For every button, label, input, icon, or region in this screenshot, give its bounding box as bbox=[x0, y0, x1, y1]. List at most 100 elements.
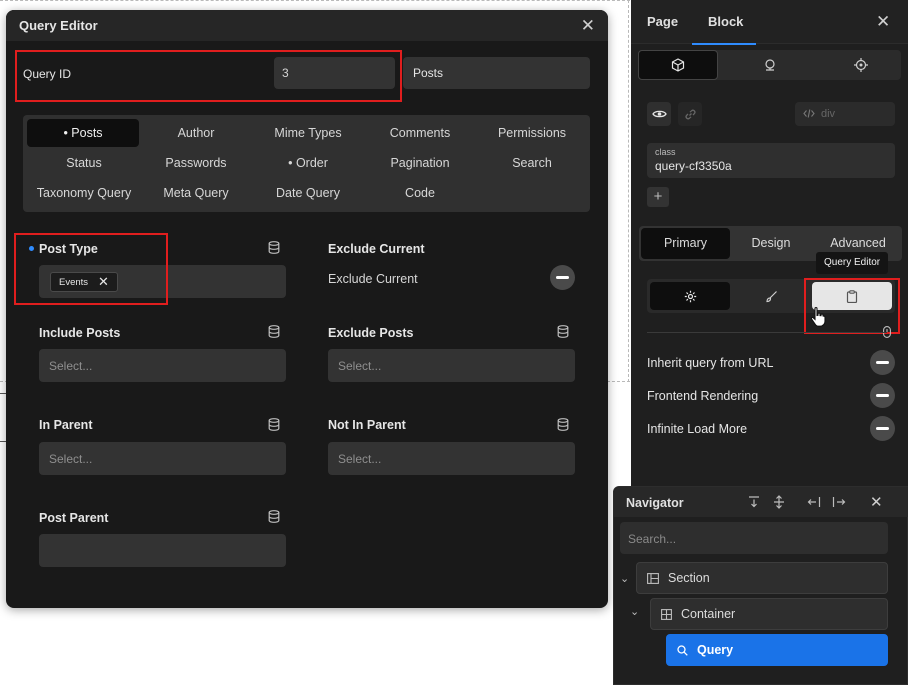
nav-item-label: Query bbox=[697, 643, 734, 657]
tab-posts[interactable]: • Posts bbox=[27, 119, 139, 147]
exclude-posts-label: Exclude Posts bbox=[328, 326, 414, 340]
frontend-rendering-label: Frontend Rendering bbox=[647, 389, 759, 403]
exclude-current-toggle[interactable] bbox=[550, 265, 575, 290]
tab-order[interactable]: • Order bbox=[252, 149, 364, 177]
not-in-parent-label: Not In Parent bbox=[328, 418, 406, 432]
html-tag-field[interactable]: div bbox=[795, 102, 895, 126]
dock-right-icon[interactable] bbox=[832, 495, 846, 509]
html-tag-value: div bbox=[821, 108, 836, 120]
dock-left-icon[interactable] bbox=[807, 495, 821, 509]
close-icon[interactable]: ✕ bbox=[876, 12, 890, 32]
database-icon[interactable] bbox=[268, 510, 280, 523]
tab-design[interactable]: Design bbox=[731, 228, 811, 259]
in-parent-select[interactable]: Select... bbox=[39, 442, 286, 475]
inherit-query-row: Inherit query from URL bbox=[647, 350, 897, 376]
chevron-down-icon[interactable]: ⌄ bbox=[620, 572, 629, 585]
container-icon bbox=[661, 608, 672, 620]
hand-cursor-icon bbox=[810, 307, 826, 327]
post-parent-input[interactable] bbox=[39, 534, 286, 567]
tab-taxonomy-query[interactable]: Taxonomy Query bbox=[28, 179, 140, 207]
tab-page[interactable]: Page bbox=[647, 14, 678, 29]
inherit-query-toggle[interactable] bbox=[870, 350, 895, 375]
add-class-button[interactable]: + bbox=[647, 187, 669, 207]
database-icon[interactable] bbox=[268, 325, 280, 338]
code-icon bbox=[803, 109, 815, 118]
tab-comments[interactable]: Comments bbox=[364, 119, 476, 147]
nav-item-container[interactable]: Container bbox=[650, 598, 888, 630]
eye-icon bbox=[651, 110, 667, 118]
nav-item-label: Container bbox=[681, 607, 736, 621]
globe-icon bbox=[765, 59, 775, 71]
block-mode-cube[interactable] bbox=[638, 50, 718, 80]
canvas-outline-right bbox=[628, 0, 629, 382]
exclude-current-label: Exclude Current bbox=[328, 242, 425, 256]
style-subtab[interactable] bbox=[731, 282, 811, 310]
tab-date-query[interactable]: Date Query bbox=[252, 179, 364, 207]
query-editor-header: Query Editor ✕ bbox=[6, 10, 608, 41]
section-icon bbox=[647, 572, 659, 584]
tab-search[interactable]: Search bbox=[476, 149, 588, 177]
tab-primary[interactable]: Primary bbox=[641, 228, 730, 259]
tab-permissions[interactable]: Permissions bbox=[476, 119, 588, 147]
highlight-box bbox=[15, 50, 402, 102]
database-icon[interactable] bbox=[557, 325, 569, 338]
frontend-rendering-row: Frontend Rendering bbox=[647, 383, 897, 409]
database-icon[interactable] bbox=[557, 418, 569, 431]
query-editor-title: Query Editor bbox=[19, 18, 98, 33]
infinite-load-label: Infinite Load More bbox=[647, 422, 748, 436]
canvas-outline-top bbox=[0, 0, 630, 1]
class-caption: class bbox=[655, 147, 676, 157]
in-parent-label: In Parent bbox=[39, 418, 93, 432]
exclude-posts-select[interactable]: Select... bbox=[328, 349, 575, 382]
tab-status[interactable]: Status bbox=[28, 149, 140, 177]
nav-item-query[interactable]: Query bbox=[666, 634, 888, 666]
tab-passwords[interactable]: Passwords bbox=[140, 149, 252, 177]
close-icon[interactable]: ✕ bbox=[870, 493, 883, 511]
tab-mime-types[interactable]: Mime Types bbox=[252, 119, 364, 147]
tab-meta-query[interactable]: Meta Query bbox=[140, 179, 252, 207]
navigator-search-input[interactable]: Search... bbox=[620, 522, 888, 554]
class-field[interactable]: class query-cf3350a bbox=[647, 143, 895, 178]
tab-pagination[interactable]: Pagination bbox=[364, 149, 476, 177]
link-icon bbox=[684, 109, 696, 119]
include-posts-select[interactable]: Select... bbox=[39, 349, 286, 382]
expand-all-icon[interactable] bbox=[772, 495, 786, 509]
post-parent-label: Post Parent bbox=[39, 511, 109, 525]
navigator-panel: Navigator ✕ Search... ⌄ Section ⌄ Contai… bbox=[613, 486, 908, 685]
active-tab-indicator bbox=[692, 43, 756, 45]
nav-item-label: Section bbox=[668, 571, 710, 585]
block-mode-target[interactable] bbox=[821, 50, 901, 80]
tab-code[interactable]: Code bbox=[364, 179, 476, 207]
class-value: query-cf3350a bbox=[655, 159, 732, 173]
panel-tabs: Page Block ✕ bbox=[631, 0, 908, 45]
search-icon bbox=[677, 644, 688, 656]
tab-block[interactable]: Block bbox=[708, 14, 743, 29]
link-button[interactable] bbox=[678, 102, 702, 126]
brush-icon bbox=[765, 290, 777, 302]
tooltip: Query Editor bbox=[816, 252, 889, 274]
cube-icon bbox=[671, 58, 685, 72]
target-icon bbox=[854, 58, 868, 72]
nav-item-section[interactable]: Section bbox=[636, 562, 888, 594]
infinite-load-row: Infinite Load More bbox=[647, 416, 897, 442]
not-in-parent-select[interactable]: Select... bbox=[328, 442, 575, 475]
visibility-button[interactable] bbox=[647, 102, 671, 126]
frontend-rendering-toggle[interactable] bbox=[870, 383, 895, 408]
tab-author[interactable]: Author bbox=[140, 119, 252, 147]
settings-subtab[interactable] bbox=[650, 282, 730, 310]
query-type-field[interactable]: Posts bbox=[403, 57, 590, 89]
query-tabs: • Posts Author Mime Types Comments Permi… bbox=[23, 115, 590, 212]
close-icon[interactable]: ✕ bbox=[581, 17, 595, 34]
infinite-load-toggle[interactable] bbox=[870, 416, 895, 441]
block-mode-globe[interactable] bbox=[730, 50, 810, 80]
gear-icon bbox=[684, 290, 696, 302]
collapse-all-icon[interactable] bbox=[747, 495, 761, 509]
query-editor-modal: Query Editor ✕ Query ID 3 Posts • Posts … bbox=[6, 10, 608, 608]
divider bbox=[647, 332, 887, 333]
navigator-header: Navigator ✕ bbox=[614, 487, 908, 517]
database-icon[interactable] bbox=[268, 418, 280, 431]
chevron-down-icon[interactable]: ⌄ bbox=[630, 605, 639, 618]
database-icon[interactable] bbox=[268, 241, 280, 254]
block-mode-switch bbox=[638, 50, 901, 80]
inherit-query-label: Inherit query from URL bbox=[647, 356, 774, 370]
